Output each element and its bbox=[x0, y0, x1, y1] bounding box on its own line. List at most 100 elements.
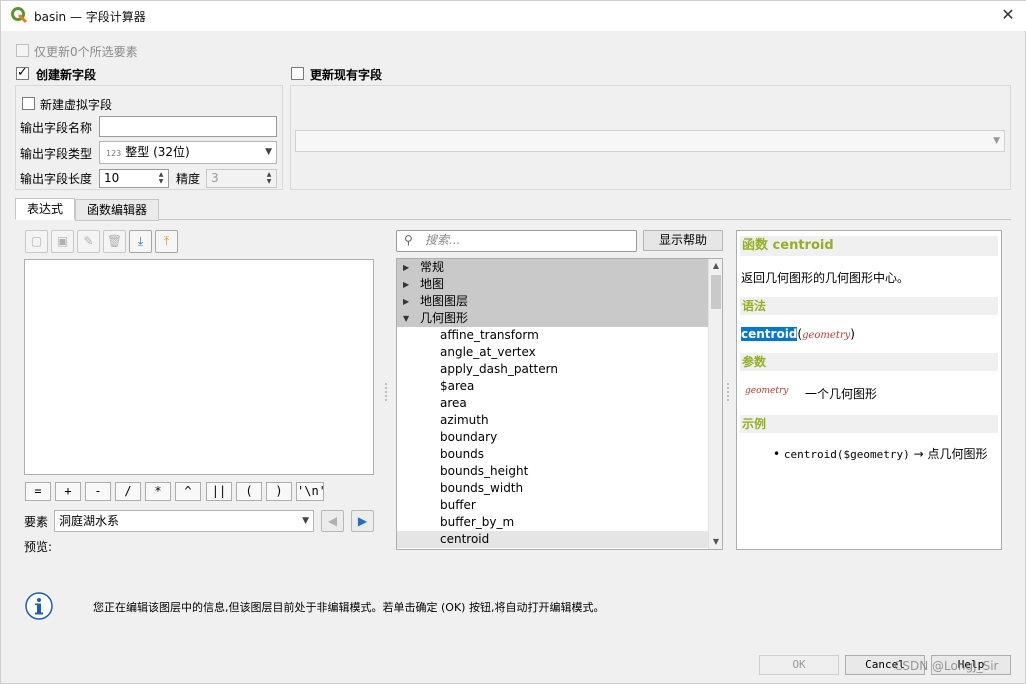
feature-select[interactable]: 洞庭湖水系 ▼ bbox=[54, 510, 314, 532]
window-title: basin — 字段计算器 bbox=[34, 10, 146, 24]
scroll-up-icon[interactable]: ▲ bbox=[709, 259, 722, 273]
tree-item-function[interactable]: bounds_width bbox=[397, 480, 709, 497]
help-heading-function: centroid bbox=[772, 238, 834, 253]
function-name: azimuth bbox=[440, 413, 489, 427]
field-name-label: 输出字段名称 bbox=[20, 121, 93, 135]
arg-description: 一个几何图形 bbox=[805, 387, 878, 401]
chevron-down-icon: ▼ bbox=[265, 147, 272, 157]
scrollbar-thumb[interactable] bbox=[711, 275, 721, 309]
function-name: angle_at_vertex bbox=[440, 345, 536, 359]
scroll-down-icon[interactable]: ▼ bbox=[709, 535, 722, 549]
function-name: centroid bbox=[440, 532, 490, 546]
example-line: • centroid($geometry) → 点几何图形 bbox=[773, 445, 987, 462]
operator-open-paren-button[interactable]: ( bbox=[236, 482, 262, 501]
arg-name: geometry bbox=[745, 386, 789, 396]
tree-item-function[interactable]: buffer_by_m bbox=[397, 514, 709, 531]
tree-group-label: 常规 bbox=[420, 260, 445, 274]
update-existing-checkbox[interactable] bbox=[291, 67, 304, 80]
bullet-icon: • bbox=[773, 447, 781, 461]
tree-item-function[interactable]: affine_transform bbox=[397, 327, 709, 344]
next-feature-button[interactable]: ▶ bbox=[351, 510, 374, 532]
tab-expression[interactable]: 表达式 bbox=[15, 198, 75, 220]
edit-icon[interactable]: ✎ bbox=[77, 230, 100, 253]
splitter-handle[interactable] bbox=[385, 383, 387, 401]
operator-newline-button[interactable]: '\n' bbox=[296, 482, 326, 501]
chevron-down-icon: ▼ bbox=[302, 516, 309, 526]
help-heading-prefix: 函数 bbox=[742, 238, 769, 253]
new-file-icon[interactable]: ▢ bbox=[25, 230, 48, 253]
operator-multiply-button[interactable]: * bbox=[145, 482, 171, 501]
tree-item-function[interactable]: apply_dash_pattern bbox=[397, 361, 709, 378]
function-name: buffer_by_m bbox=[440, 515, 515, 529]
ok-button[interactable]: OK bbox=[759, 655, 839, 675]
spin-arrows-icon[interactable]: ▲ ▼ bbox=[263, 171, 275, 186]
field-type-value: 整型 (32位) bbox=[125, 145, 190, 159]
qgis-logo-icon bbox=[11, 7, 27, 23]
tree-item-function[interactable]: bounds_height bbox=[397, 463, 709, 480]
create-new-field-label: 创建新字段 bbox=[36, 68, 97, 82]
tree-group-map-layers[interactable]: ▶ 地图图层 bbox=[397, 293, 709, 310]
help-description: 返回几何图形的几何图形中心。 bbox=[741, 271, 910, 285]
tab-function-editor[interactable]: 函数编辑器 bbox=[75, 199, 159, 221]
title-bar: basin — 字段计算器 ✕ bbox=[1, 1, 1026, 31]
expand-arrow-icon: ▶ bbox=[403, 263, 410, 272]
operator-close-paren-button[interactable]: ) bbox=[266, 482, 292, 501]
existing-field-select[interactable]: ▼ bbox=[295, 130, 1005, 152]
close-button[interactable]: ✕ bbox=[995, 4, 1021, 26]
tab-bar-line bbox=[15, 219, 1011, 220]
tree-item-function[interactable]: $area bbox=[397, 378, 709, 395]
help-heading: 函数 centroid bbox=[740, 236, 998, 256]
tree-scrollbar[interactable]: ▲ ▼ bbox=[708, 259, 722, 549]
import-icon[interactable]: ⤓ bbox=[129, 230, 152, 253]
function-name: bounds_height bbox=[440, 464, 529, 478]
field-type-select[interactable]: 123 整型 (32位) ▼ bbox=[99, 141, 277, 164]
delete-icon[interactable]: 🗑 bbox=[103, 230, 126, 253]
tree-group-general[interactable]: ▶ 常规 bbox=[397, 259, 709, 276]
save-icon[interactable]: ▣ bbox=[51, 230, 74, 253]
field-name-input[interactable] bbox=[99, 116, 277, 137]
collapse-arrow-icon: ▼ bbox=[403, 314, 410, 323]
function-help-panel: 函数 centroid 返回几何图形的几何图形中心。 语法 centroid(g… bbox=[736, 230, 1002, 550]
function-name: buffer bbox=[440, 498, 476, 512]
only-selected-checkbox[interactable] bbox=[16, 44, 29, 57]
function-name: apply_dash_pattern bbox=[440, 362, 558, 376]
syntax-close-paren: ) bbox=[850, 327, 855, 341]
spin-arrows-icon[interactable]: ▲ ▼ bbox=[155, 171, 167, 186]
operator-power-button[interactable]: ^ bbox=[175, 482, 201, 501]
tree-item-function[interactable]: angle_at_vertex bbox=[397, 344, 709, 361]
search-icon: ⚲ bbox=[404, 233, 413, 247]
operator-minus-button[interactable]: - bbox=[85, 482, 111, 501]
tree-item-function[interactable]: area bbox=[397, 395, 709, 412]
operator-plus-button[interactable]: + bbox=[55, 482, 81, 501]
operator-divide-button[interactable]: / bbox=[115, 482, 141, 501]
syntax-title: 语法 bbox=[740, 297, 998, 315]
tree-item-function[interactable]: buffer bbox=[397, 497, 709, 514]
tree-group-map[interactable]: ▶ 地图 bbox=[397, 276, 709, 293]
operator-concat-button[interactable]: || bbox=[206, 482, 232, 501]
precision-spinbox[interactable]: 3 ▲ ▼ bbox=[206, 169, 277, 188]
create-new-field-checkbox[interactable] bbox=[16, 65, 29, 80]
feature-label: 要素 bbox=[24, 515, 49, 529]
expression-editor[interactable] bbox=[24, 259, 374, 475]
virtual-field-checkbox[interactable] bbox=[22, 97, 35, 110]
tree-item-function-selected[interactable]: centroid bbox=[397, 531, 709, 548]
tree-item-function[interactable]: bounds bbox=[397, 446, 709, 463]
field-length-spinbox[interactable]: 10 ▲ ▼ bbox=[99, 169, 169, 188]
operator-equals-button[interactable]: = bbox=[25, 482, 51, 501]
virtual-field-label: 新建虚拟字段 bbox=[40, 98, 113, 112]
previous-feature-button[interactable]: ◀ bbox=[321, 510, 344, 532]
export-icon[interactable]: ⤒ bbox=[155, 230, 178, 253]
function-search-input[interactable]: ⚲ 搜索... bbox=[396, 230, 637, 252]
function-name: bounds bbox=[440, 447, 485, 461]
function-tree: ▶ 常规 ▶ 地图 ▶ 地图图层 ▼ 几何图形 affine_transform ang… bbox=[396, 258, 723, 550]
tree-item-function[interactable]: boundary bbox=[397, 429, 709, 446]
show-help-button[interactable]: 显示帮助 bbox=[643, 230, 723, 251]
tree-group-label: 地图 bbox=[420, 277, 445, 291]
splitter-handle[interactable] bbox=[727, 383, 729, 401]
precision-value: 3 bbox=[211, 171, 219, 185]
tree-item-function[interactable]: azimuth bbox=[397, 412, 709, 429]
function-name: affine_transform bbox=[440, 328, 539, 342]
update-existing-label: 更新现有字段 bbox=[310, 68, 383, 82]
tree-group-geometry[interactable]: ▼ 几何图形 bbox=[397, 310, 709, 327]
chevron-down-icon: ▼ bbox=[993, 136, 1000, 146]
